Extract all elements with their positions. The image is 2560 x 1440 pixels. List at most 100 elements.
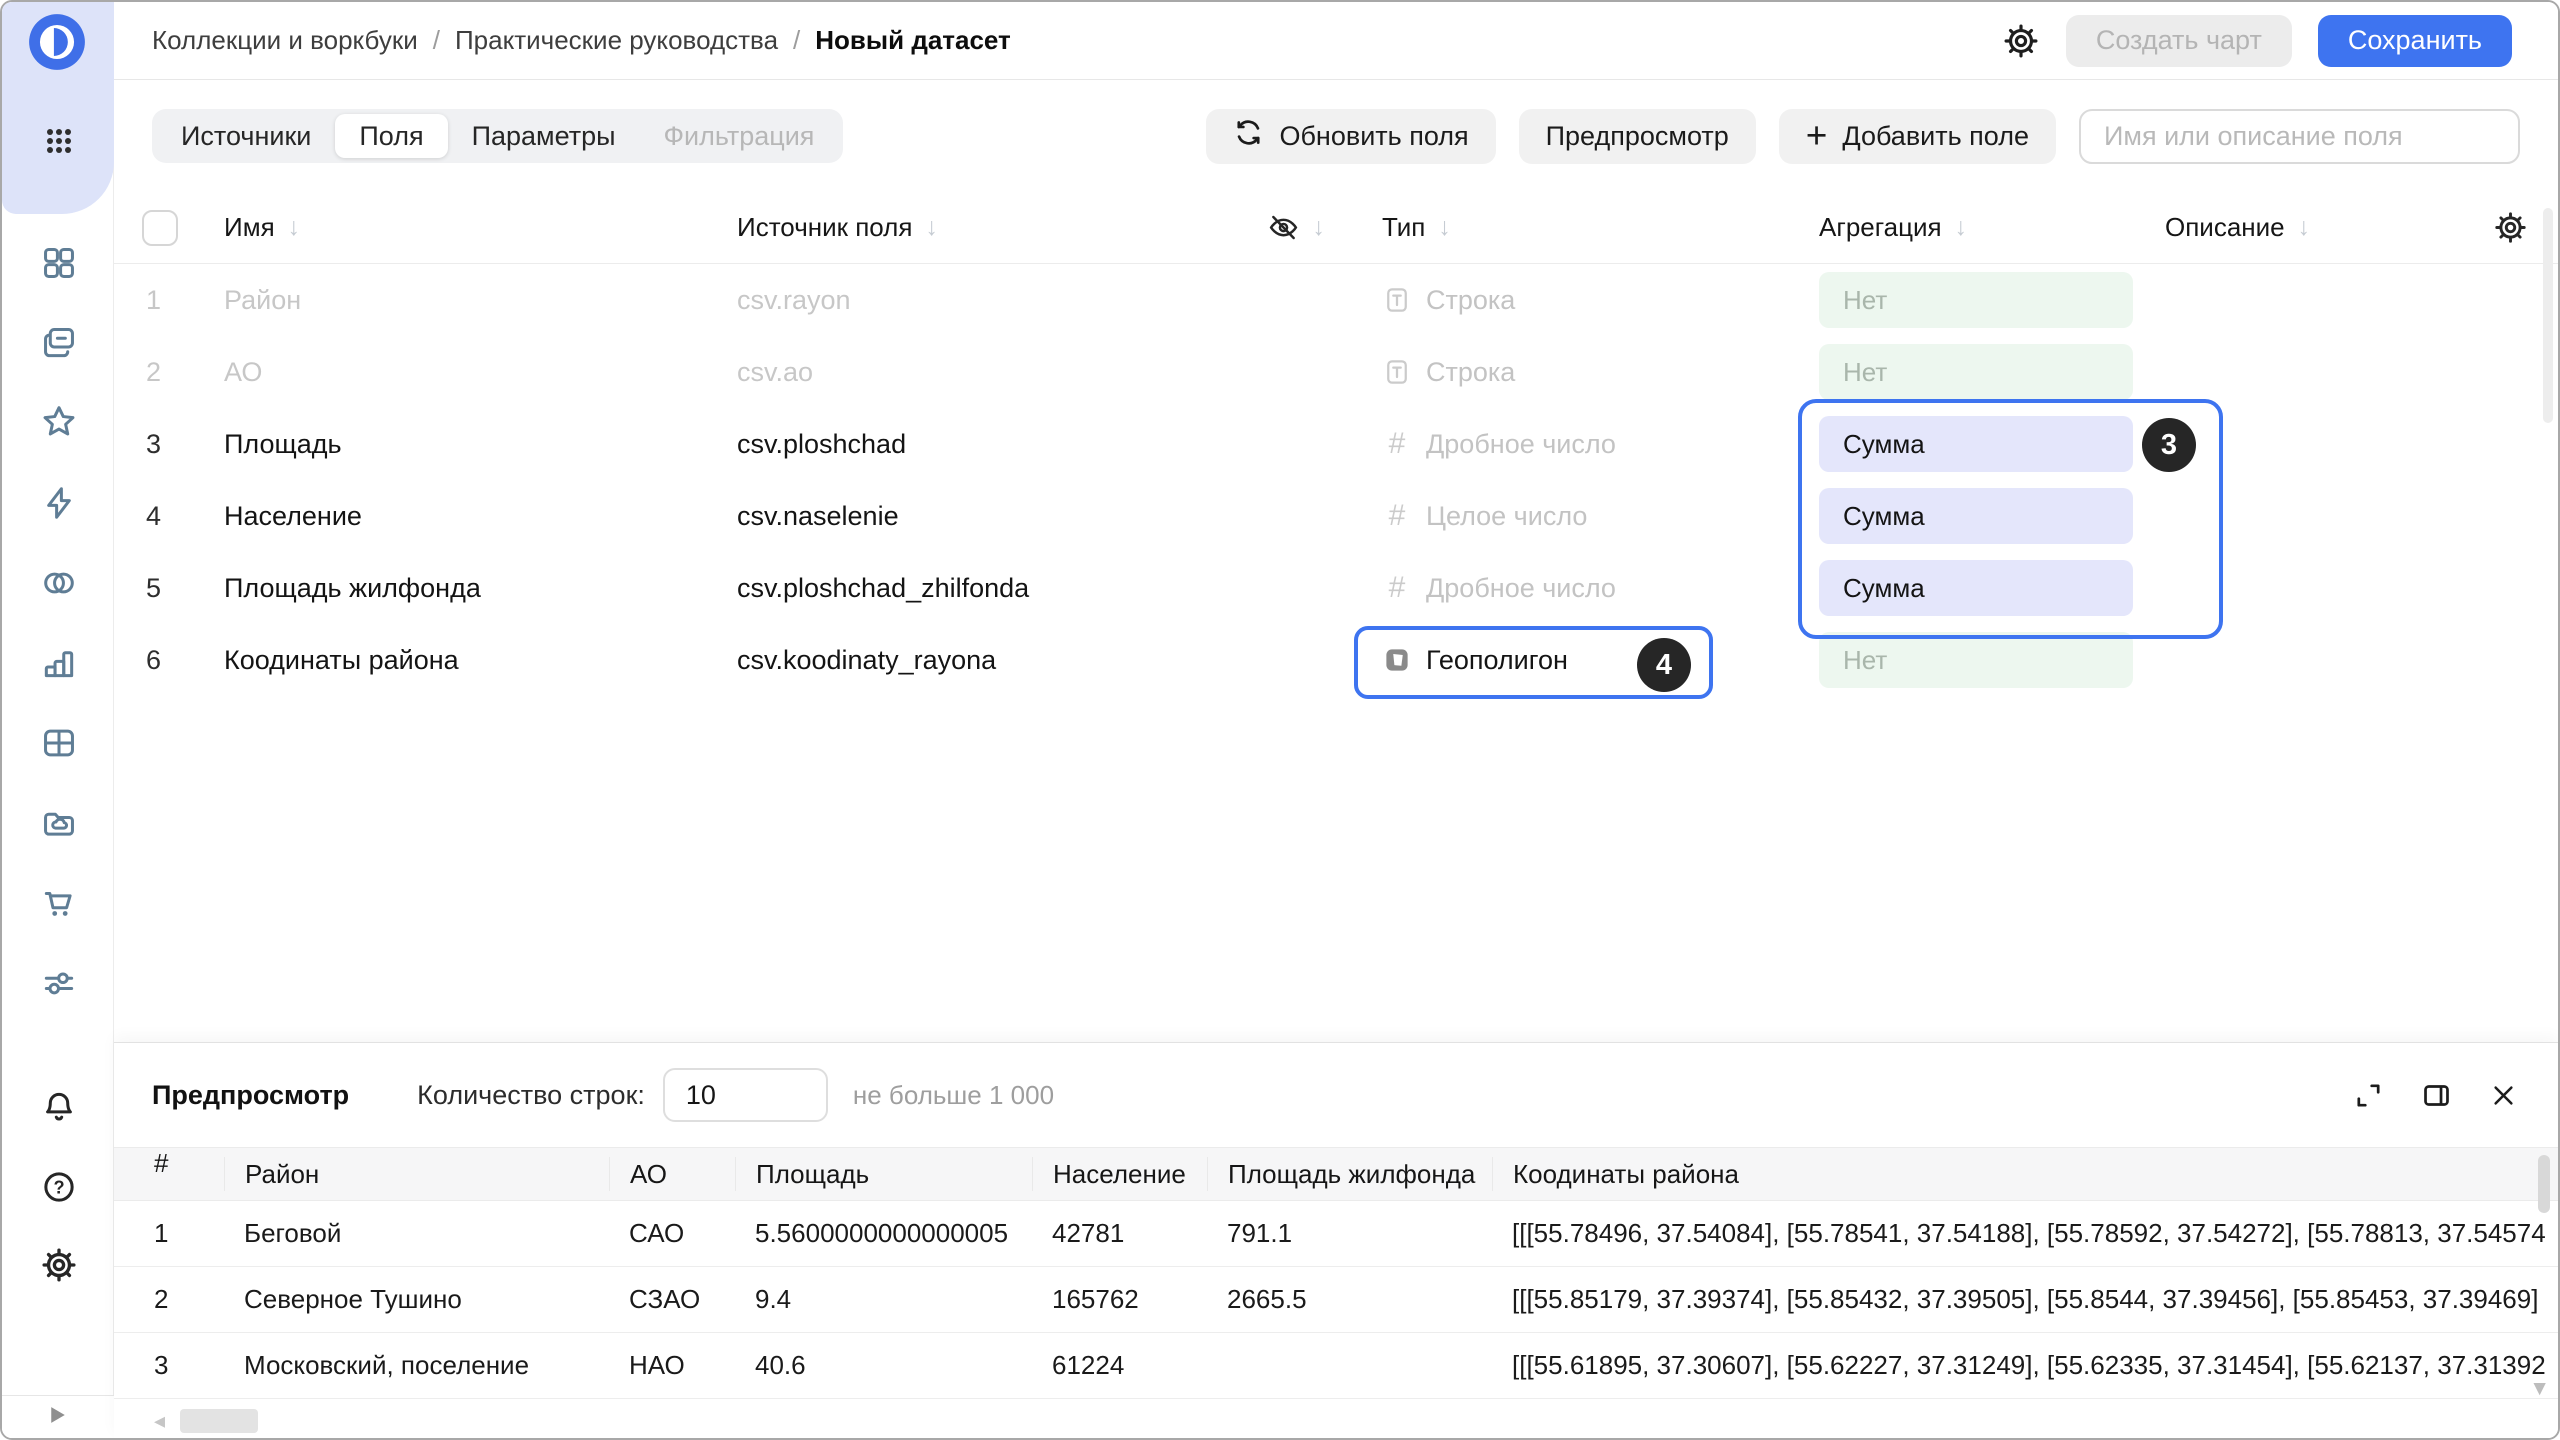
service-settings-sliders-icon[interactable] xyxy=(40,964,78,1002)
preview-cell: 165762 xyxy=(1032,1284,1207,1315)
create-chart-button[interactable]: Создать чарт xyxy=(2066,15,2292,67)
datalens-logo-icon[interactable] xyxy=(26,11,88,78)
field-source: csv.ao xyxy=(737,357,813,388)
aggregation-select[interactable]: Сумма xyxy=(1819,416,2133,472)
workbooks-icon[interactable] xyxy=(40,324,78,362)
dataset-settings-gear-icon[interactable] xyxy=(2002,22,2040,60)
sort-icon[interactable]: ↓ xyxy=(1313,213,1326,242)
breadcrumb-guides[interactable]: Практические руководства xyxy=(455,25,778,56)
field-row[interactable]: 5Площадь жилфондаcsv.ploshchad_zhilfonda… xyxy=(114,552,2558,624)
field-type-select[interactable]: # Дробное число xyxy=(1373,429,1815,460)
fields-table-header: Имя ↓ Источник поля ↓ ↓ xyxy=(114,192,2558,264)
cloud-folder-icon[interactable] xyxy=(40,804,78,842)
preview-cell: 791.1 xyxy=(1207,1218,1492,1249)
preview-cell: 42781 xyxy=(1032,1218,1207,1249)
save-button[interactable]: Сохранить xyxy=(2318,15,2512,67)
table-settings-gear-icon[interactable] xyxy=(2493,210,2528,245)
sort-icon[interactable]: ↓ xyxy=(2298,213,2311,242)
aggregation-select[interactable]: Нет xyxy=(1819,632,2133,688)
eye-off-icon[interactable] xyxy=(1267,211,1300,244)
horizontal-scroll-thumb[interactable] xyxy=(180,1409,258,1433)
scroll-down-arrow-icon[interactable]: ▼ xyxy=(2529,1377,2550,1401)
tab-parameters[interactable]: Параметры xyxy=(448,114,640,158)
close-preview-icon[interactable] xyxy=(2489,1081,2518,1110)
main-area: Коллекции и воркбуки / Практические руко… xyxy=(114,2,2558,1438)
field-row[interactable]: 6Коодинаты районаcsv.koodinaty_rayonaГео… xyxy=(114,624,2558,696)
field-type-select[interactable]: Строка xyxy=(1373,285,1815,316)
preview-cell: 3 xyxy=(114,1350,224,1381)
marketplace-cart-icon[interactable] xyxy=(40,884,78,922)
number-type-icon: # xyxy=(1382,429,1412,459)
toolbar: ИсточникиПоляПараметрыФильтрация Обновит… xyxy=(114,80,2558,192)
column-header-source[interactable]: Источник поля xyxy=(737,212,912,243)
preview-column-header: Площадь жилфонда xyxy=(1207,1157,1492,1191)
connections-circles-icon[interactable] xyxy=(40,564,78,602)
breadcrumb: Коллекции и воркбуки / Практические руко… xyxy=(152,25,1011,56)
help-icon[interactable]: ? xyxy=(40,1168,78,1206)
field-row[interactable]: 1Районcsv.rayonСтрокаНет xyxy=(114,264,2558,336)
field-type-select[interactable]: Строка xyxy=(1373,357,1815,388)
fields-scrollbar[interactable] xyxy=(2543,208,2553,423)
favorites-star-icon[interactable] xyxy=(40,402,78,440)
preview-button[interactable]: Предпросмотр xyxy=(1519,109,1756,164)
scroll-left-arrow-icon[interactable]: ◂ xyxy=(154,1408,165,1434)
column-header-type[interactable]: Тип xyxy=(1382,212,1425,243)
breadcrumb-collections[interactable]: Коллекции и воркбуки xyxy=(152,25,418,56)
preview-cell: СЗАО xyxy=(609,1284,735,1315)
preview-cell: НАО xyxy=(609,1350,735,1381)
preview-cell: Беговой xyxy=(224,1218,609,1249)
preview-table-rows: 1БеговойСАО5.560000000000000542781791.1[… xyxy=(114,1201,2558,1399)
row-count-input[interactable] xyxy=(663,1068,828,1122)
aggregation-select[interactable]: Нет xyxy=(1819,344,2133,400)
quick-actions-lightning-icon[interactable] xyxy=(40,484,78,522)
tab-filtering[interactable]: Фильтрация xyxy=(640,114,839,158)
dashboards-icon[interactable] xyxy=(40,244,78,282)
settings-gear-icon[interactable] xyxy=(40,1246,78,1284)
field-type-select[interactable]: #Целое число xyxy=(1373,501,1815,532)
column-header-description[interactable]: Описание xyxy=(2165,212,2285,243)
apps-grid-icon[interactable] xyxy=(44,126,74,156)
tab-sources[interactable]: Источники xyxy=(157,114,335,158)
row-number: 5 xyxy=(142,573,161,604)
expand-preview-icon[interactable] xyxy=(2353,1080,2384,1111)
preview-row: 3Московский, поселениеНАО40.661224[[[55.… xyxy=(114,1333,2558,1399)
add-field-button[interactable]: + Добавить поле xyxy=(1779,109,2056,164)
field-type-select[interactable]: #Дробное число xyxy=(1373,573,1815,604)
row-number: 3 xyxy=(142,429,161,460)
preview-vertical-scrollbar[interactable] xyxy=(2538,1155,2550,1213)
sort-icon[interactable]: ↓ xyxy=(1955,213,1968,242)
dataset-tabs: ИсточникиПоляПараметрыФильтрация xyxy=(152,109,843,163)
field-source: csv.naselenie xyxy=(737,501,899,532)
aggregation-select[interactable]: Сумма xyxy=(1819,488,2133,544)
aggregation-select[interactable]: Нет xyxy=(1819,272,2133,328)
expand-panel-icon[interactable] xyxy=(49,1406,67,1429)
field-row[interactable]: 4Населениеcsv.naselenie#Целое числоСумма xyxy=(114,480,2558,552)
callout-badge-3: 3 xyxy=(2142,418,2196,472)
field-source: csv.ploshchad xyxy=(737,429,906,460)
field-type-label: Дробное число xyxy=(1426,573,1616,604)
field-source: csv.rayon xyxy=(737,285,851,316)
field-name: Коодинаты района xyxy=(224,645,459,675)
sort-icon[interactable]: ↓ xyxy=(925,213,938,242)
preview-cell: 2 xyxy=(114,1284,224,1315)
sort-icon[interactable]: ↓ xyxy=(1438,213,1451,242)
field-type-label: Дробное число xyxy=(1426,429,1616,460)
row-number: 1 xyxy=(142,285,161,316)
preview-cell: [[[55.61895, 37.30607], [55.62227, 37.31… xyxy=(1492,1350,2558,1381)
tables-grid-icon[interactable] xyxy=(40,724,78,762)
field-row[interactable]: 2АОcsv.aoСтрокаНет xyxy=(114,336,2558,408)
aggregation-select[interactable]: Сумма xyxy=(1819,560,2133,616)
tab-fields[interactable]: Поля xyxy=(335,114,447,158)
split-view-icon[interactable] xyxy=(2421,1080,2452,1111)
column-header-name[interactable]: Имя xyxy=(224,212,275,243)
notifications-bell-icon[interactable] xyxy=(40,1088,78,1126)
refresh-fields-button[interactable]: Обновить поля xyxy=(1206,109,1495,164)
select-all-checkbox[interactable] xyxy=(142,210,178,246)
field-search-input[interactable] xyxy=(2079,109,2520,164)
charts-bar-icon[interactable] xyxy=(40,644,78,682)
fields-table-rows: 1Районcsv.rayonСтрокаНет2АОcsv.aoСтрокаН… xyxy=(114,264,2558,696)
column-header-aggregation[interactable]: Агрегация xyxy=(1819,212,1942,243)
field-type-select[interactable]: Геополигон xyxy=(1373,645,1815,676)
sort-icon[interactable]: ↓ xyxy=(288,213,301,242)
refresh-icon xyxy=(1233,117,1264,155)
